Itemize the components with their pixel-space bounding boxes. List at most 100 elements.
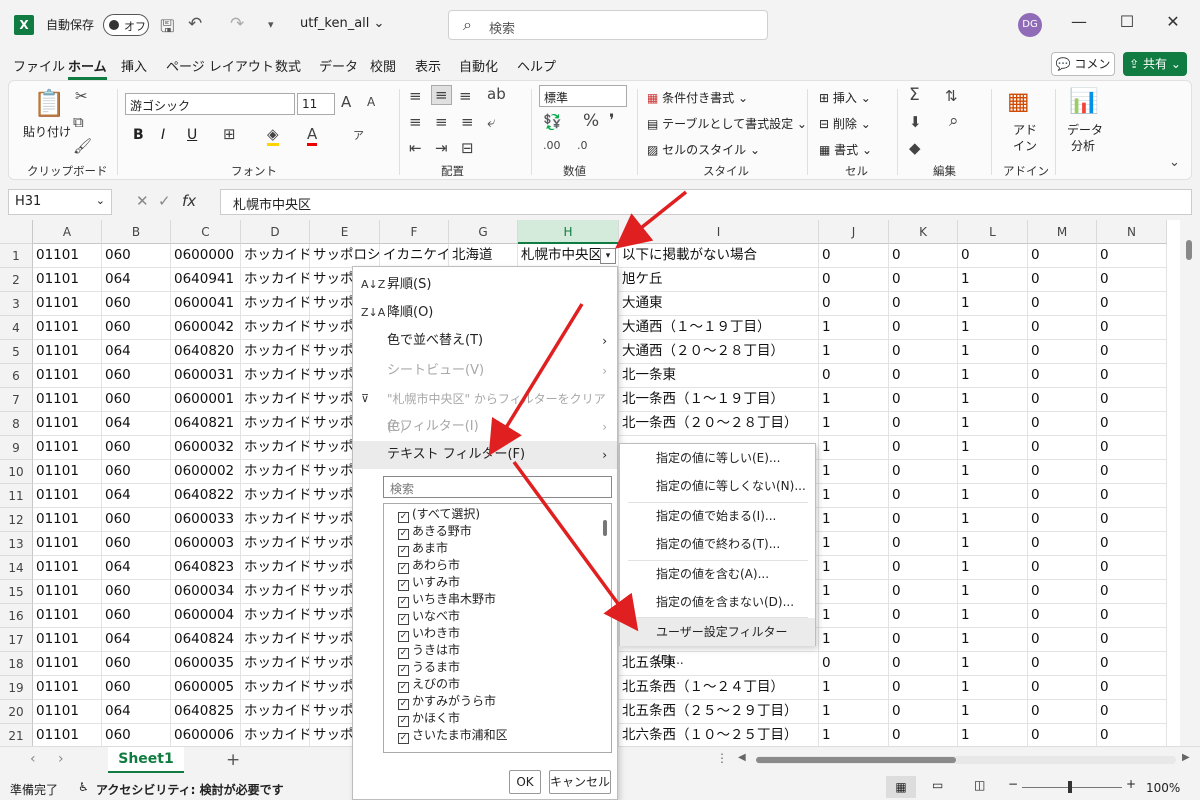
table-cell[interactable]: 0 [1097,244,1167,268]
table-cell[interactable]: 01101 [33,484,102,508]
italic-button[interactable]: I [161,127,165,143]
submenu-item-not-contains[interactable]: 指定の値を含まない(D)... [620,588,815,616]
table-cell[interactable]: ホッカイドウ [241,268,310,292]
list-item[interactable]: ✓ あま市 [398,540,448,557]
table-cell[interactable]: 0600041 [171,292,241,316]
column-header[interactable]: B [102,220,171,244]
row-header[interactable]: 13 [0,532,33,556]
list-item[interactable]: ✓ うるま市 [398,659,460,676]
table-cell[interactable]: 0600031 [171,364,241,388]
vertical-scrollbar[interactable] [1180,220,1200,746]
table-cell[interactable]: ホッカイドウ [241,436,310,460]
table-cell[interactable]: 0600042 [171,316,241,340]
data-analysis-line1[interactable]: データ [1067,121,1103,138]
cut-icon[interactable]: ✂ [75,87,88,105]
list-item[interactable]: ✓ うきは市 [398,642,460,659]
table-cell[interactable]: 0 [889,724,958,746]
table-cell[interactable]: 060 [102,316,171,340]
table-cell[interactable]: 0 [1097,628,1167,652]
table-cell[interactable]: 064 [102,268,171,292]
table-cell[interactable]: 0 [889,436,958,460]
sort-by-color-item[interactable]: 色で並べ替え(T) › [353,327,617,355]
table-cell[interactable]: 0 [1097,580,1167,604]
zoom-in-icon[interactable]: + [1126,777,1136,791]
accounting-format-icon[interactable]: 💱 [543,113,562,131]
table-cell[interactable]: 060 [102,580,171,604]
table-cell[interactable]: 0 [1028,316,1097,340]
table-cell[interactable]: ホッカイドウ [241,508,310,532]
paste-icon[interactable]: 📋 [33,89,65,119]
table-cell[interactable]: 0 [889,652,958,676]
row-header[interactable]: 9 [0,436,33,460]
column-header[interactable]: E [310,220,380,244]
table-cell[interactable]: 0 [1097,460,1167,484]
table-cell[interactable]: 060 [102,364,171,388]
table-cell[interactable]: 060 [102,292,171,316]
add-sheet-icon[interactable]: + [226,750,240,770]
column-header[interactable]: C [171,220,241,244]
redo-icon[interactable]: ↷ [230,14,244,34]
table-cell[interactable]: 01101 [33,292,102,316]
table-cell[interactable]: 060 [102,388,171,412]
table-cell[interactable]: 0 [889,244,958,268]
minimize-icon[interactable]: — [1064,12,1094,31]
table-cell[interactable]: 0640820 [171,340,241,364]
column-header[interactable]: F [380,220,449,244]
table-cell[interactable]: ホッカイドウ [241,700,310,724]
table-cell[interactable]: 1 [958,460,1028,484]
scroll-left-icon[interactable]: ◀ [738,752,746,763]
maximize-icon[interactable]: ☐ [1112,12,1142,31]
table-cell[interactable]: ホッカイドウ [241,292,310,316]
list-item[interactable]: ✓ いなべ市 [398,608,460,625]
table-cell[interactable]: 0640822 [171,484,241,508]
table-cell[interactable]: ホッカイドウ [241,412,310,436]
table-cell[interactable]: 1 [819,508,889,532]
table-cell[interactable]: 0 [1028,532,1097,556]
table-cell[interactable]: 0600000 [171,244,241,268]
table-cell[interactable]: 0 [1028,628,1097,652]
wrap-text-icon[interactable]: ⤶ [487,113,495,131]
column-header[interactable]: J [819,220,889,244]
table-cell[interactable]: 1 [958,436,1028,460]
undo-icon[interactable]: ↶ [188,14,202,34]
table-cell[interactable]: 0 [889,340,958,364]
table-cell[interactable]: 1 [819,412,889,436]
list-item[interactable]: ✓ かほく市 [398,710,460,727]
fill-icon[interactable]: ⬇ [909,113,922,131]
table-cell[interactable]: 060 [102,460,171,484]
table-cell[interactable]: 0 [1097,364,1167,388]
table-cell[interactable]: 1 [958,724,1028,746]
horizontal-scrollbar[interactable] [756,756,1176,764]
table-cell[interactable]: 060 [102,436,171,460]
align-top-icon[interactable]: ≡ [409,87,422,105]
table-cell[interactable]: 1 [958,628,1028,652]
table-cell[interactable]: 01101 [33,412,102,436]
table-cell[interactable]: 0 [819,652,889,676]
user-avatar[interactable]: DG [1018,13,1042,37]
autosum-icon[interactable]: Σ [909,85,920,105]
table-cell[interactable]: 01101 [33,676,102,700]
increase-decimal-icon[interactable]: .00 [543,139,561,152]
table-cell[interactable]: 060 [102,724,171,746]
text-orientation-icon[interactable]: ab [487,85,506,103]
close-icon[interactable]: ✕ [1158,12,1188,31]
table-cell[interactable]: 01101 [33,628,102,652]
table-cell[interactable]: 以下に掲載がない場合 [619,244,819,268]
table-cell[interactable]: 0640824 [171,628,241,652]
sort-filter-icon[interactable]: ⇅ [945,87,958,105]
comma-style-icon[interactable]: ❜ [609,111,614,131]
zoom-out-icon[interactable]: − [1008,777,1018,791]
table-cell[interactable]: 1 [819,676,889,700]
row-header[interactable]: 5 [0,340,33,364]
table-cell[interactable]: 01101 [33,340,102,364]
page-break-view-icon[interactable]: ◫ [974,778,985,792]
table-cell[interactable]: 大通西（２０～２８丁目） [619,340,819,364]
table-cell[interactable]: 064 [102,484,171,508]
list-item[interactable]: ✓ えびの市 [398,676,460,693]
table-cell[interactable]: 060 [102,508,171,532]
accessibility-status[interactable]: アクセシビリティ: 検討が必要です [96,781,284,798]
table-cell[interactable]: 01101 [33,724,102,746]
table-cell[interactable]: 大通東 [619,292,819,316]
increase-indent-icon[interactable]: ⇥ [435,139,448,157]
cancel-button[interactable]: キャンセル [549,770,611,794]
